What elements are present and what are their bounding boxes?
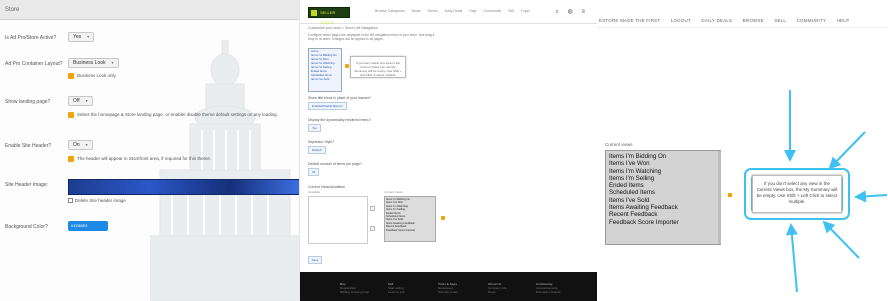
chevron-down-icon: ▾ <box>87 34 90 39</box>
list-item[interactable]: Items I've Sold <box>309 77 341 81</box>
field-label: Show title block in place of your banner… <box>308 96 371 100</box>
footer-link[interactable]: Discussion boards <box>536 290 561 294</box>
arrow-top-right <box>828 131 866 170</box>
footer-link[interactable]: Bidding & buying help <box>340 290 369 294</box>
field-label: Default number of items per page? <box>308 162 362 166</box>
chevron-down-icon: ▾ <box>85 142 88 147</box>
top-icons: ⌕ ◍ ≡ <box>549 8 585 16</box>
footer-link[interactable]: Security center <box>438 290 458 294</box>
field-label: Separator Style? <box>308 140 335 144</box>
banner-toggle-button[interactable]: Enable/Disable Banner <box>308 102 347 110</box>
list-item[interactable]: Feedback Score Importer <box>386 229 434 232</box>
active-select[interactable]: Yes ▾ <box>68 32 95 42</box>
nav-link[interactable]: Browse Categories <box>375 9 405 13</box>
footer-link[interactable]: News <box>488 290 496 294</box>
layout-select[interactable]: Business Look ▾ <box>68 58 119 68</box>
warning-icon <box>68 156 74 162</box>
nav-link[interactable]: Login <box>521 9 530 13</box>
nav-link[interactable]: Deals <box>412 9 421 13</box>
breadcrumb[interactable]: Customize your store > Store Left Naviga… <box>308 26 378 30</box>
cart-icon[interactable]: ◍ <box>568 9 573 15</box>
delete-image-checkbox[interactable]: Delete Site header image <box>68 198 126 204</box>
nav-link[interactable]: Sell <box>508 9 514 13</box>
checkbox[interactable] <box>68 198 73 204</box>
zoom-panel: ESTORE MADE THE FIRST LOGOUT DAILY DEALS… <box>597 0 888 301</box>
setting-label: Background Color? <box>5 224 48 230</box>
landing-note: Select the homepage & Store landing page… <box>68 112 293 118</box>
footer-column: Sell Start selling Learn to sell <box>388 282 405 294</box>
nav-link[interactable]: Daily Deals <box>445 9 463 13</box>
page-footer: Buy Registration Bidding & buying help S… <box>300 272 597 301</box>
warning-icon <box>68 73 74 79</box>
footer-column: Community Announcements Discussion board… <box>536 282 561 294</box>
settings-panel: Store Is Ad Pro/Store Active? Yes ▾ Ad Pr… <box>0 0 300 301</box>
footer-column: Buy Registration Bidding & buying help <box>340 282 370 294</box>
top-bar: SELLER TOOLS Browse Categories Deals Sto… <box>300 0 597 25</box>
landing-select[interactable]: Off ▾ <box>68 96 93 106</box>
layout-note: Business Look only. <box>68 73 293 79</box>
items-per-page-select[interactable]: 25 <box>308 168 320 176</box>
search-icon[interactable]: ⌕ <box>556 9 559 15</box>
warning-icon <box>345 64 349 68</box>
save-button[interactable]: Save <box>308 256 322 264</box>
current-label: Current Views <box>384 190 403 194</box>
intro-text: Configure which pages are displayed in t… <box>308 33 435 41</box>
field-label: Display the dynamically rendered menu? <box>308 118 372 122</box>
nav-link[interactable]: Community <box>483 9 501 13</box>
nav-link[interactable]: Help <box>469 9 476 13</box>
nav-link[interactable]: Stores <box>428 9 438 13</box>
available-label: Available <box>308 190 321 194</box>
arrow-bottom-right <box>822 220 860 259</box>
arrow-right <box>854 190 888 203</box>
menu-toggle-button[interactable]: Yes <box>308 124 321 132</box>
remove-view-button[interactable] <box>370 226 375 231</box>
views-label: Current Views/Available <box>308 185 346 189</box>
setting-label: Enable Site Header? <box>5 143 52 149</box>
annotation-arrows <box>784 90 888 293</box>
add-view-button[interactable] <box>370 206 375 211</box>
available-views-box[interactable] <box>308 196 368 244</box>
user-icon[interactable]: ≡ <box>581 9 585 15</box>
color-picker[interactable]: #1E88E5 <box>68 221 108 231</box>
footer-link[interactable]: Learn to sell <box>388 290 404 294</box>
panel-header: Store <box>0 0 299 20</box>
chevron-down-icon: ▾ <box>111 60 114 65</box>
header-select[interactable]: On ▾ <box>68 140 93 150</box>
setting-label: Show landing page? <box>5 99 51 105</box>
setting-label: Site Header Image: <box>5 182 49 188</box>
setting-label: Is Ad Pro/Store Active? <box>5 35 57 41</box>
current-views-listbox[interactable]: Items I'm Bidding On Items I've Won Item… <box>384 196 436 242</box>
warning-icon <box>68 112 74 118</box>
nav-links: Browse Categories Deals Stores Daily Dea… <box>375 9 536 13</box>
store-config-page: SELLER TOOLS Browse Categories Deals Sto… <box>300 0 597 301</box>
separator-select[interactable]: Default <box>308 146 326 154</box>
header-note: The header will appear in Storefront are… <box>68 156 293 162</box>
views-listbox[interactable]: Home Items I'm Bidding On Items I'm Won … <box>308 48 342 92</box>
footer-column: Tools & Apps Developers Security center <box>438 282 459 294</box>
arrow-bottom <box>785 223 798 293</box>
setting-label: Ad Pro Container Layout? <box>5 61 63 67</box>
warning-icon <box>441 216 445 220</box>
header-image-preview <box>68 179 299 195</box>
site-logo[interactable]: SELLER TOOLS <box>308 7 350 25</box>
tooltip: If you don't select any view in the Curr… <box>350 56 406 78</box>
chevron-down-icon: ▾ <box>85 98 88 103</box>
footer-column: About Us Company info News <box>488 282 507 294</box>
